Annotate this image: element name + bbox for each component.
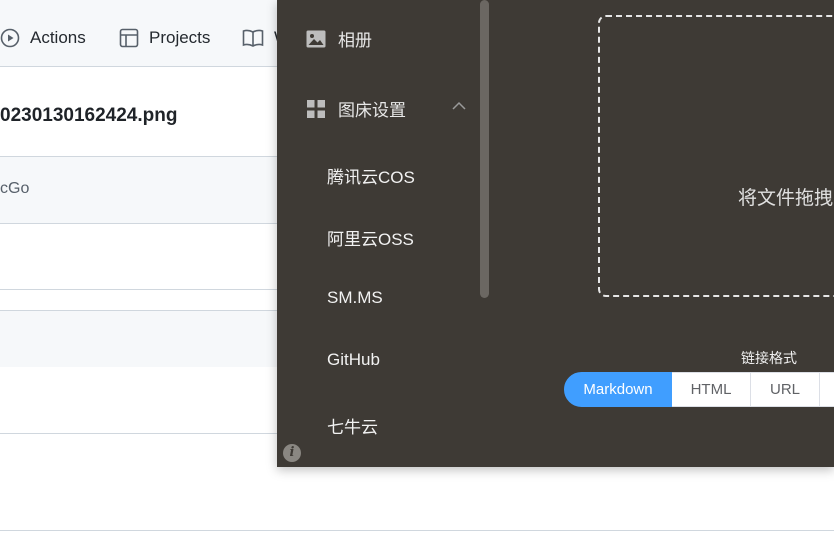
sidebar-item-qiniu[interactable]: 七牛云 bbox=[327, 413, 378, 438]
sidebar-item-smms[interactable]: SM.MS bbox=[327, 288, 383, 308]
book-icon bbox=[242, 29, 264, 47]
upload-drop-zone[interactable] bbox=[598, 15, 834, 297]
link-format-markdown[interactable]: Markdown bbox=[564, 372, 672, 407]
commit-author[interactable]: cGo bbox=[0, 180, 29, 198]
picgo-window: 相册 图床设置 腾讯云COS 阿里云OSS SM.MS GitHub 七牛云 i… bbox=[277, 0, 834, 467]
drop-zone-text: 将文件拖拽 bbox=[738, 188, 834, 209]
info-icon[interactable]: i bbox=[283, 444, 301, 462]
projects-tab-label: Projects bbox=[149, 28, 211, 47]
link-format-more[interactable] bbox=[819, 372, 834, 407]
grid-icon bbox=[306, 99, 326, 119]
projects-tab[interactable]: Projects bbox=[119, 24, 210, 52]
sidebar-item-album[interactable]: 相册 bbox=[306, 26, 372, 51]
sidebar-item-bed-settings[interactable]: 图床设置 bbox=[306, 96, 466, 121]
link-format-label: 链接格式 bbox=[741, 350, 797, 366]
sidebar-item-bed-settings-label: 图床设置 bbox=[338, 101, 406, 120]
table-icon bbox=[119, 28, 139, 48]
sidebar-item-aliyun-oss[interactable]: 阿里云OSS bbox=[327, 225, 414, 250]
sidebar-item-github[interactable]: GitHub bbox=[327, 350, 380, 370]
link-format-html[interactable]: HTML bbox=[672, 372, 751, 407]
play-circle-icon bbox=[0, 28, 20, 48]
actions-tab[interactable]: Actions bbox=[0, 24, 86, 52]
link-format-url[interactable]: URL bbox=[750, 372, 820, 407]
chevron-up-icon bbox=[452, 101, 466, 110]
sidebar-item-album-label: 相册 bbox=[338, 31, 372, 50]
sidebar-scrollbar[interactable] bbox=[480, 0, 489, 298]
file-name: 0230130162424.png bbox=[0, 105, 178, 126]
sidebar-item-tencent-cos[interactable]: 腾讯云COS bbox=[327, 163, 415, 188]
picture-icon bbox=[306, 29, 326, 49]
actions-tab-label: Actions bbox=[30, 28, 86, 47]
